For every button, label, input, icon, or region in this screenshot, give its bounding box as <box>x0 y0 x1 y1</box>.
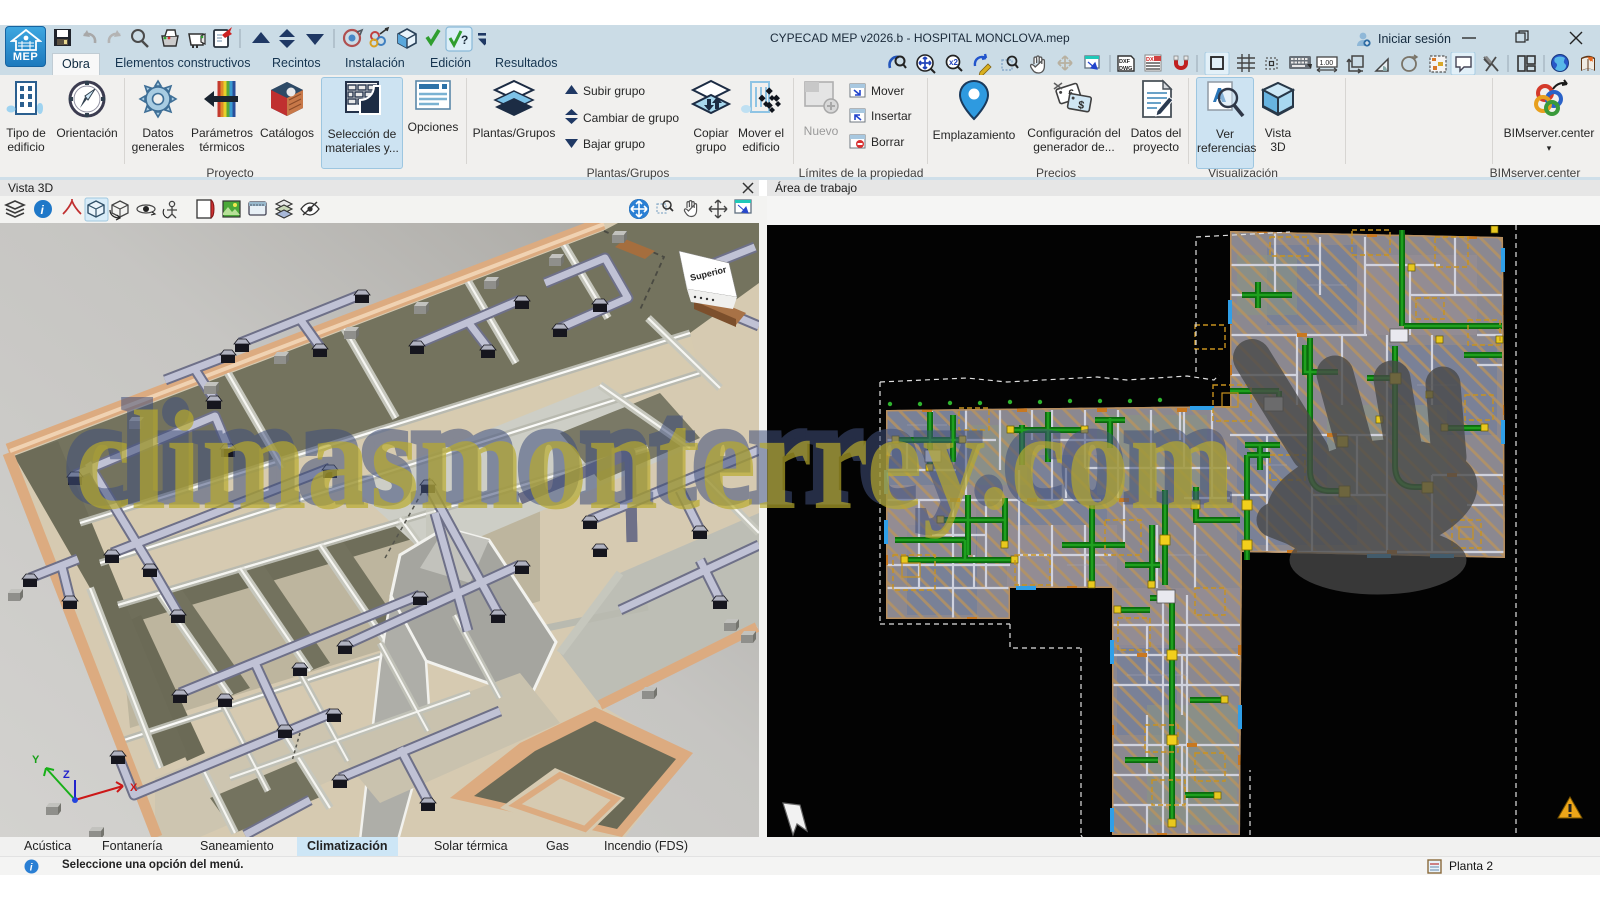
svg-text:DXF: DXF <box>1119 59 1131 65</box>
svg-text:X: X <box>130 782 138 794</box>
svg-text:i: i <box>30 863 33 874</box>
svg-text:Y: Y <box>32 754 40 766</box>
svg-text:x2: x2 <box>949 58 958 67</box>
svg-text:Z: Z <box>63 769 70 781</box>
svg-text:DWG: DWG <box>1119 66 1132 72</box>
svg-text:1.00: 1.00 <box>1320 60 1334 67</box>
svg-text:?: ? <box>461 33 468 47</box>
svg-text:Iniciar sesión: Iniciar sesión <box>1378 32 1451 46</box>
